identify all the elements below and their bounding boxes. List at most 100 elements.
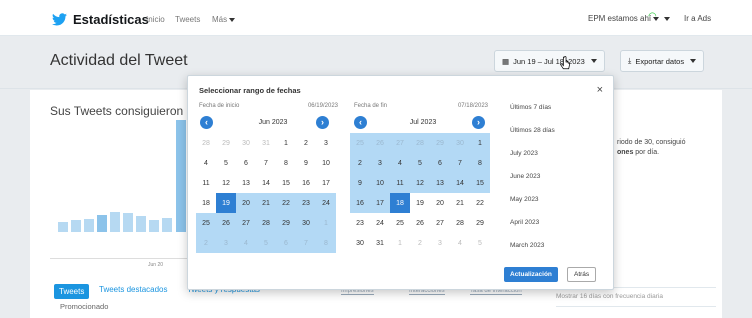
calendar-day[interactable]: 26 bbox=[370, 133, 390, 153]
calendar-day[interactable]: 3 bbox=[316, 133, 336, 153]
calendar-day[interactable]: 8 bbox=[470, 153, 490, 173]
nav-link-tweets[interactable]: Tweets bbox=[175, 15, 200, 24]
calendar-day[interactable]: 17 bbox=[370, 193, 390, 213]
calendar-day[interactable]: 17 bbox=[316, 173, 336, 193]
date-range-button[interactable]: ▦ Jun 19 – Jul 18, 2023 bbox=[494, 50, 605, 72]
calendar-day[interactable]: 23 bbox=[296, 193, 316, 213]
prev-month-arrow-icon[interactable]: ‹ bbox=[354, 116, 367, 129]
calendar-day[interactable]: 30 bbox=[350, 233, 370, 253]
calendar-day[interactable]: 16 bbox=[350, 193, 370, 213]
calendar-day[interactable]: 29 bbox=[470, 213, 490, 233]
calendar-day[interactable]: 21 bbox=[450, 193, 470, 213]
calendar-day[interactable]: 13 bbox=[430, 173, 450, 193]
calendar-day[interactable]: 25 bbox=[390, 213, 410, 233]
close-icon[interactable]: × bbox=[597, 84, 603, 96]
calendar-day[interactable]: 2 bbox=[410, 233, 430, 253]
nav-link-inicio[interactable]: Inicio bbox=[146, 15, 165, 24]
calendar-day[interactable]: 4 bbox=[196, 153, 216, 173]
tab-tweets[interactable]: Tweets bbox=[54, 284, 90, 299]
calendar-day[interactable]: 7 bbox=[256, 153, 276, 173]
calendar-day[interactable]: 2 bbox=[296, 133, 316, 153]
calendar-day[interactable]: 22 bbox=[470, 193, 490, 213]
calendar-day[interactable]: 15 bbox=[470, 173, 490, 193]
calendar-day[interactable]: 9 bbox=[350, 173, 370, 193]
calendar-day[interactable]: 24 bbox=[370, 213, 390, 233]
preset-item[interactable]: March 2023 bbox=[510, 234, 610, 257]
calendar-day[interactable]: 25 bbox=[350, 133, 370, 153]
next-month-arrow-icon[interactable]: › bbox=[316, 116, 329, 129]
calendar-day[interactable]: 2 bbox=[350, 153, 370, 173]
calendar-day[interactable]: 1 bbox=[276, 133, 296, 153]
notifications-menu[interactable] bbox=[662, 14, 670, 23]
calendar-day[interactable]: 11 bbox=[196, 173, 216, 193]
calendar-day[interactable]: 10 bbox=[316, 153, 336, 173]
preset-item[interactable]: Últimos 28 días bbox=[510, 119, 610, 142]
calendar-day[interactable]: 3 bbox=[216, 233, 236, 253]
calendar-day[interactable]: 20 bbox=[236, 193, 256, 213]
calendar-day[interactable]: 7 bbox=[296, 233, 316, 253]
calendar-day[interactable]: 5 bbox=[216, 153, 236, 173]
preset-item[interactable]: April 2023 bbox=[510, 211, 610, 234]
calendar-day[interactable]: 26 bbox=[410, 213, 430, 233]
calendar-day[interactable]: 19 bbox=[410, 193, 430, 213]
calendar-day[interactable]: 3 bbox=[370, 153, 390, 173]
calendar-day[interactable]: 4 bbox=[236, 233, 256, 253]
calendar-day[interactable]: 12 bbox=[216, 173, 236, 193]
brand[interactable]: Estadísticas bbox=[52, 12, 149, 27]
calendar-day[interactable]: 22 bbox=[276, 193, 296, 213]
preset-item[interactable]: May 2023 bbox=[510, 188, 610, 211]
tab-tweets-destacados[interactable]: Tweets destacados bbox=[99, 285, 167, 294]
calendar-day[interactable]: 21 bbox=[256, 193, 276, 213]
calendar-day[interactable]: 5 bbox=[470, 233, 490, 253]
calendar-day[interactable]: 2 bbox=[196, 233, 216, 253]
calendar-day[interactable]: 30 bbox=[236, 133, 256, 153]
calendar-day[interactable]: 27 bbox=[236, 213, 256, 233]
calendar-day[interactable]: 6 bbox=[276, 233, 296, 253]
calendar-day[interactable]: 6 bbox=[236, 153, 256, 173]
calendar-day[interactable]: 12 bbox=[410, 173, 430, 193]
calendar-day[interactable]: 5 bbox=[410, 153, 430, 173]
export-data-button[interactable]: ⤓ Exportar datos bbox=[620, 50, 705, 72]
calendar-day[interactable]: 29 bbox=[216, 133, 236, 153]
calendar-day[interactable]: 27 bbox=[430, 213, 450, 233]
calendar-day[interactable]: 30 bbox=[296, 213, 316, 233]
calendar-day[interactable]: 16 bbox=[296, 173, 316, 193]
tab-promocionado[interactable]: Promocionado bbox=[60, 302, 108, 311]
calendar-day[interactable]: 18 bbox=[196, 193, 216, 213]
calendar-day[interactable]: 15 bbox=[276, 173, 296, 193]
calendar-day[interactable]: 8 bbox=[316, 233, 336, 253]
calendar-day[interactable]: 24 bbox=[316, 193, 336, 213]
calendar-day[interactable]: 4 bbox=[390, 153, 410, 173]
calendar-day[interactable]: 14 bbox=[450, 173, 470, 193]
calendar-day[interactable]: 4 bbox=[450, 233, 470, 253]
next-month-arrow-icon[interactable]: › bbox=[472, 116, 485, 129]
calendar-day[interactable]: 31 bbox=[370, 233, 390, 253]
calendar-day[interactable]: 10 bbox=[370, 173, 390, 193]
calendar-day[interactable]: 9 bbox=[296, 153, 316, 173]
calendar-day[interactable]: 1 bbox=[390, 233, 410, 253]
apply-button[interactable]: Actualización bbox=[504, 267, 558, 282]
preset-item[interactable]: June 2023 bbox=[510, 165, 610, 188]
calendar-day[interactable]: 11 bbox=[390, 173, 410, 193]
calendar-day[interactable]: 28 bbox=[196, 133, 216, 153]
calendar-day[interactable]: 18 bbox=[390, 193, 410, 213]
calendar-day[interactable]: 28 bbox=[256, 213, 276, 233]
prev-month-arrow-icon[interactable]: ‹ bbox=[200, 116, 213, 129]
end-date-value[interactable]: 07/18/2023 bbox=[428, 103, 488, 109]
calendar-day[interactable]: 30 bbox=[450, 133, 470, 153]
calendar-day[interactable]: 1 bbox=[470, 133, 490, 153]
nav-link-mas[interactable]: Más bbox=[212, 15, 236, 24]
calendar-day[interactable]: 25 bbox=[196, 213, 216, 233]
calendar-day[interactable]: 19 bbox=[216, 193, 236, 213]
preset-item[interactable]: Últimos 7 días bbox=[510, 96, 610, 119]
calendar-day[interactable]: 6 bbox=[430, 153, 450, 173]
calendar-day[interactable]: 1 bbox=[316, 213, 336, 233]
calendar-day[interactable]: 23 bbox=[350, 213, 370, 233]
calendar-day[interactable]: 3 bbox=[430, 233, 450, 253]
preset-item[interactable]: July 2023 bbox=[510, 142, 610, 165]
calendar-day[interactable]: 8 bbox=[276, 153, 296, 173]
calendar-day[interactable]: 27 bbox=[390, 133, 410, 153]
calendar-day[interactable]: 28 bbox=[410, 133, 430, 153]
start-date-value[interactable]: 06/19/2023 bbox=[278, 103, 338, 109]
calendar-day[interactable]: 5 bbox=[256, 233, 276, 253]
